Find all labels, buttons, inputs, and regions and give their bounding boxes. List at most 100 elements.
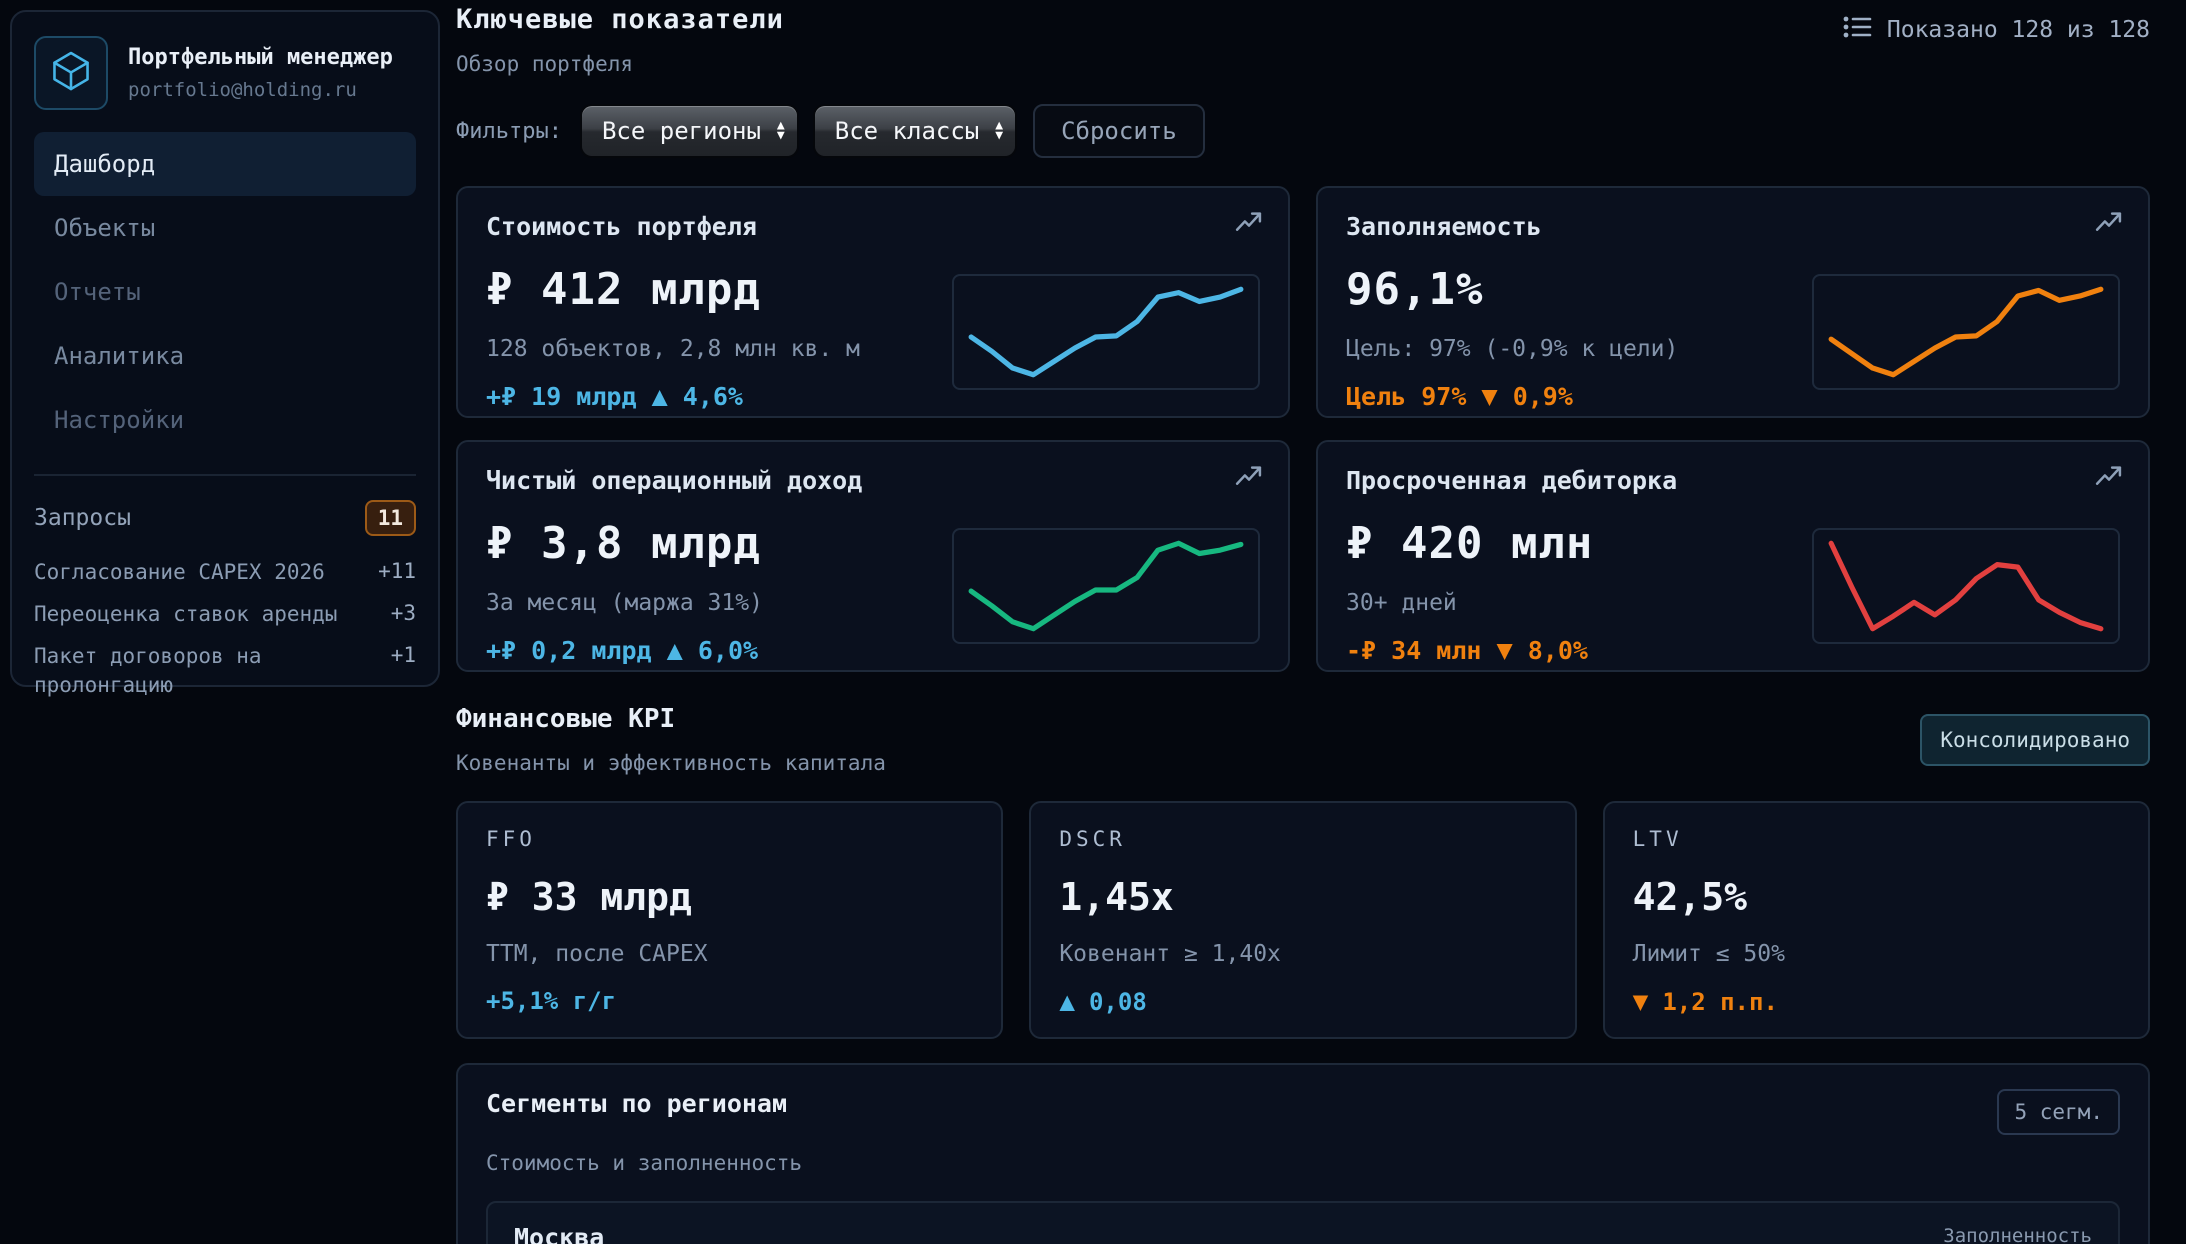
kpi-title: Просроченная дебиторка (1346, 466, 1677, 495)
down-triangle-icon: ▼ (1496, 635, 1512, 666)
sidebar-nav: Дашборд Объекты Отчеты Аналитика Настрой… (34, 132, 416, 452)
kpi-card-overdue-receivables: Просроченная дебиторка ₽ 420 млн 30+ дне… (1316, 440, 2150, 672)
sidebar-item-label: Объекты (54, 214, 155, 242)
reset-filters-button[interactable]: Сбросить (1033, 104, 1205, 158)
request-count: +3 (391, 601, 416, 629)
requests-title: Запросы (34, 505, 131, 531)
request-count: +1 (391, 643, 416, 700)
sidebar-item-label: Настройки (54, 406, 184, 434)
fin-delta: +5,1% г/г (486, 987, 973, 1015)
up-down-arrows-icon: ▲▼ (995, 121, 1003, 141)
trend-up-icon (1235, 210, 1262, 241)
fin-subtext: TTM, после CAPEX (486, 941, 973, 967)
brand-tile (34, 36, 108, 110)
sidebar-item-settings[interactable]: Настройки (34, 388, 416, 452)
kpi-title: Заполняемость (1346, 212, 1678, 241)
sidebar-item-reports[interactable]: Отчеты (34, 260, 416, 324)
sparkline-chart (952, 274, 1260, 390)
sidebar-item-label: Дашборд (54, 150, 155, 178)
kpi-subtext: 30+ дней (1346, 590, 1677, 616)
kpi-value: ₽ 420 млн (1346, 518, 1677, 569)
kpi-delta: -₽ 34 млн ▼ 8,0% (1346, 635, 1677, 666)
fin-delta: ▼ 1,2 п.п. (1633, 987, 2120, 1017)
fin-label: DSCR (1059, 827, 1546, 851)
up-triangle-icon: ▲ (652, 381, 668, 412)
kpi-value: 96,1% (1346, 264, 1678, 315)
fin-value: 42,5% (1633, 875, 2120, 919)
fin-value: 1,45x (1059, 875, 1546, 919)
segments-subtitle: Стоимость и заполненность (486, 1151, 2120, 1175)
results-shown-text: Показано 128 из 128 (1887, 17, 2150, 43)
segment-name: Москва (514, 1223, 832, 1244)
kpi-title: Чистый операционный доход (486, 466, 862, 495)
kpi-card-occupancy: Заполняемость 96,1% Цель: 97% (-0,9% к ц… (1316, 186, 2150, 418)
requests-count-badge: 11 (365, 500, 416, 536)
request-item[interactable]: Пакет договоров на пролонгацию +1 (34, 642, 416, 700)
account-email: portfolio@holding.ru (128, 79, 393, 101)
fin-value: ₽ 33 млрд (486, 875, 973, 919)
trend-up-icon (2095, 464, 2122, 495)
sidebar-item-label: Аналитика (54, 342, 184, 370)
fin-subtext: Лимит ≤ 50% (1633, 941, 2120, 967)
fin-delta: ▲ 0,08 (1059, 987, 1546, 1017)
fin-subtext: Ковенант ≥ 1,40x (1059, 941, 1546, 967)
class-select[interactable]: Все классы ▲▼ (815, 106, 1015, 156)
up-triangle-icon: ▲ (1059, 987, 1075, 1017)
segment-row-moscow[interactable]: Москва 52 объектов • ₽ 224 млрд Заполнен… (486, 1201, 2120, 1244)
kpi-value: ₽ 412 млрд (486, 264, 860, 315)
kpi-delta: Цель 97% ▼ 0,9% (1346, 381, 1678, 412)
kpi-delta: +₽ 19 млрд ▲ 4,6% (486, 381, 860, 412)
fin-card-ltv: LTV 42,5% Лимит ≤ 50% ▼ 1,2 п.п. (1603, 801, 2150, 1039)
kpi-subtext: 128 объектов, 2,8 млн кв. м (486, 336, 860, 362)
sidebar-item-analytics[interactable]: Аналитика (34, 324, 416, 388)
trend-up-icon (1235, 464, 1262, 495)
request-label: Пакет договоров на пролонгацию (34, 642, 377, 700)
region-select-value: Все регионы (602, 117, 761, 145)
kpi-subtext: Цель: 97% (-0,9% к цели) (1346, 336, 1678, 362)
trend-up-icon (2095, 210, 2122, 241)
app-title: Портфельный менеджер (128, 45, 393, 70)
kpi-grid: Стоимость портфеля ₽ 412 млрд 128 объект… (456, 186, 2150, 672)
up-down-arrows-icon: ▲▼ (777, 121, 785, 141)
page-subtitle: Обзор портфеля (456, 52, 784, 76)
section-title-financial-kpi: Финансовые KPI (456, 704, 886, 734)
consolidated-chip[interactable]: Консолидировано (1920, 714, 2150, 766)
requests-list: Согласование CAPEX 2026 +11 Переоценка с… (34, 558, 416, 700)
section-subtitle: Ковенанты и эффективность капитала (456, 751, 886, 775)
class-select-value: Все классы (835, 117, 980, 145)
up-triangle-icon: ▲ (667, 635, 683, 666)
request-label: Переоценка ставок аренды (34, 600, 337, 629)
request-item[interactable]: Согласование CAPEX 2026 +11 (34, 558, 416, 587)
brand-text: Портфельный менеджер portfolio@holding.r… (128, 45, 393, 101)
page-title: Ключевые показатели (456, 4, 784, 35)
request-count: +11 (378, 559, 416, 587)
down-triangle-icon: ▼ (1481, 381, 1497, 412)
kpi-delta: +₽ 0,2 млрд ▲ 6,0% (486, 635, 862, 666)
down-triangle-icon: ▼ (1633, 987, 1649, 1017)
list-icon (1842, 12, 1872, 48)
sidebar-item-objects[interactable]: Объекты (34, 196, 416, 260)
sidebar-item-label: Отчеты (54, 278, 141, 306)
request-label: Согласование CAPEX 2026 (34, 558, 325, 587)
segments-card: Сегменты по регионам 5 сегм. Стоимость и… (456, 1063, 2150, 1244)
kpi-title: Стоимость портфеля (486, 212, 860, 241)
kpi-card-portfolio-value: Стоимость портфеля ₽ 412 млрд 128 объект… (456, 186, 1290, 418)
sparkline-chart (1812, 274, 2120, 390)
sparkline-chart (952, 528, 1260, 644)
fin-card-ffo: FFO ₽ 33 млрд TTM, после CAPEX +5,1% г/г (456, 801, 1003, 1039)
main-content: Ключевые показатели Обзор портфеля Показ… (440, 0, 2186, 1244)
filters-label: Фильтры: (456, 119, 562, 144)
sidebar-item-dashboard[interactable]: Дашборд (34, 132, 416, 196)
occupancy-label: Заполненность (1943, 1225, 2092, 1244)
segments-count-badge: 5 сегм. (1997, 1089, 2120, 1135)
request-item[interactable]: Переоценка ставок аренды +3 (34, 600, 416, 629)
fin-card-dscr: DSCR 1,45x Ковенант ≥ 1,40x ▲ 0,08 (1029, 801, 1576, 1039)
financial-kpi-grid: FFO ₽ 33 млрд TTM, после CAPEX +5,1% г/г… (456, 801, 2150, 1039)
requests-section: Запросы 11 Согласование CAPEX 2026 +11 П… (34, 474, 416, 700)
fin-label: LTV (1633, 827, 2120, 851)
cube-icon (48, 48, 94, 98)
kpi-subtext: За месяц (маржа 31%) (486, 590, 862, 616)
brand: Портфельный менеджер portfolio@holding.r… (34, 36, 416, 110)
kpi-value: ₽ 3,8 млрд (486, 518, 862, 569)
region-select[interactable]: Все регионы ▲▼ (582, 106, 797, 156)
